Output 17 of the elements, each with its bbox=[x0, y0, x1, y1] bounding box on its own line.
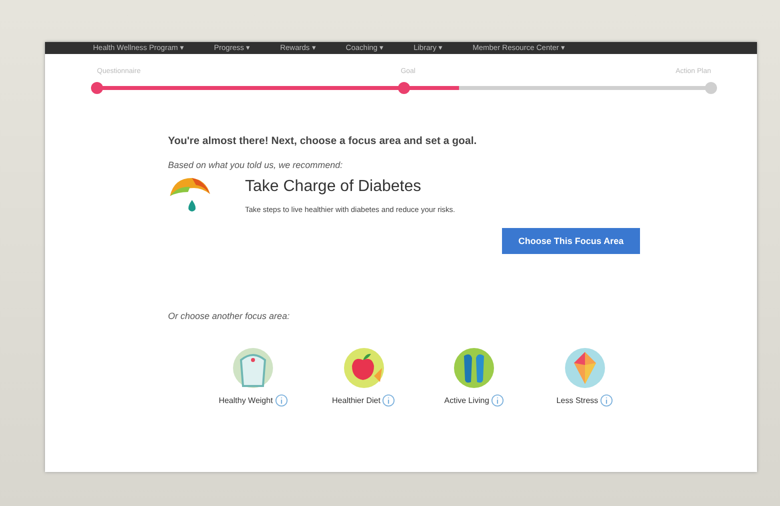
scale-icon[interactable] bbox=[233, 348, 274, 388]
focus-area-label[interactable]: Active Living bbox=[444, 396, 490, 405]
focus-area-label[interactable]: Less Stress bbox=[556, 396, 598, 405]
apple-icon[interactable] bbox=[344, 348, 384, 388]
shoes-icon[interactable] bbox=[454, 348, 494, 388]
info-icon[interactable] bbox=[382, 394, 396, 407]
choose-focus-area-button[interactable]: Choose This Focus Area bbox=[502, 228, 640, 254]
kite-icon[interactable] bbox=[564, 348, 605, 388]
other-focus-text: Or choose another focus area: bbox=[168, 311, 291, 321]
info-icon[interactable] bbox=[600, 394, 614, 407]
info-icon[interactable] bbox=[491, 394, 504, 407]
recommend-text: Based on what you told us, we recommend: bbox=[168, 160, 344, 170]
info-icon[interactable] bbox=[274, 394, 288, 407]
focus-area-label[interactable]: Healthier Diet bbox=[332, 396, 380, 405]
focus-area-label[interactable]: Healthy Weight bbox=[218, 396, 273, 405]
focus-area-title: Take Charge of Diabetes bbox=[245, 178, 422, 196]
intro-text: You're almost there! Next, choose a focus area and set a goal. bbox=[168, 135, 478, 147]
